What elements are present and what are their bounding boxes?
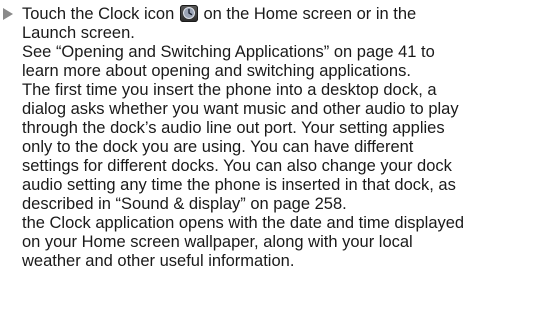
paragraph-line: Launch screen. [22, 24, 135, 42]
step-bullet-arrow-icon [3, 8, 13, 20]
paragraph-line: audio setting any time the phone is inse… [22, 176, 456, 194]
paragraph-line: settings for different docks. You can al… [22, 157, 452, 175]
step-after-icon-text: on the Home screen or in the [203, 5, 417, 23]
paragraph-line: The first time you insert the phone into… [22, 81, 437, 99]
paragraph-line: learn more about opening and switching a… [22, 62, 411, 80]
paragraph-line: weather and other useful information. [22, 252, 295, 270]
paragraph-line: See “Opening and Switching Applications”… [22, 43, 435, 61]
step-lead-text: Touch the Clock icon [22, 5, 175, 23]
paragraph-line: through the dock’s audio line out port. … [22, 119, 445, 137]
document-page: Touch the Clock icon on the Home screen … [0, 0, 544, 313]
paragraph-line: described in “Sound & display” on page 2… [22, 195, 347, 213]
paragraph-line: only to the dock you are using. You can … [22, 138, 414, 156]
paragraph-line: the Clock application opens with the dat… [22, 214, 465, 232]
step-line-1: Touch the Clock icon on the Home screen … [22, 5, 416, 24]
paragraph-line: dialog asks whether you want music and o… [22, 100, 459, 118]
paragraph-line: on your Home screen wallpaper, along wit… [22, 233, 413, 251]
clock-icon [179, 5, 198, 22]
